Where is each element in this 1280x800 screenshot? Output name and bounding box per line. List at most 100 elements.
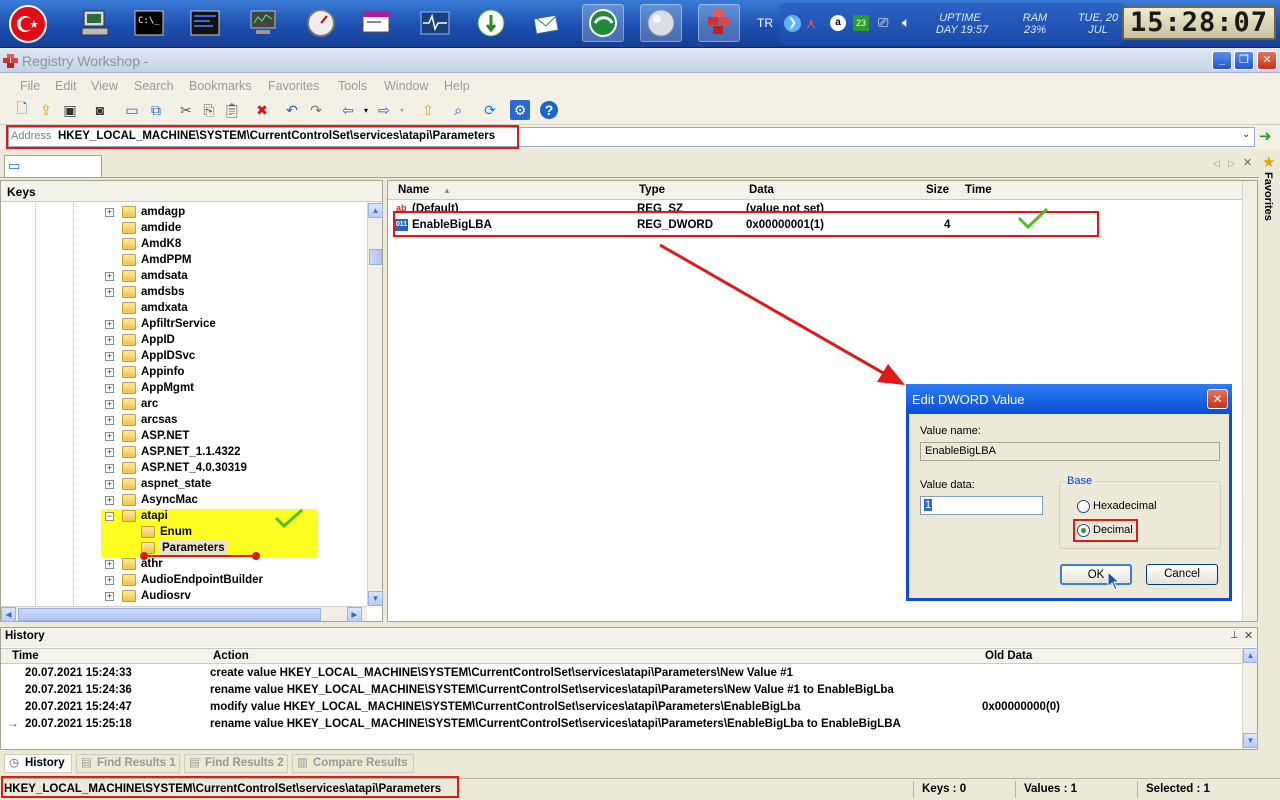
tray-app-icon[interactable]: ⋏ (806, 15, 816, 32)
menu-edit[interactable]: Edit (55, 79, 77, 93)
expand-icon[interactable]: + (105, 448, 114, 457)
language-indicator[interactable]: TR (757, 16, 773, 30)
expand-icon[interactable]: + (105, 288, 114, 297)
tree-item[interactable]: + AsyncMac (105, 492, 198, 508)
tree-item[interactable]: + arc (105, 396, 158, 412)
scroll-down-icon[interactable]: ▼ (1243, 733, 1258, 748)
forward-icon[interactable]: ⇨ (374, 100, 394, 120)
col-time[interactable]: Time (12, 650, 39, 662)
col-name[interactable]: Name (398, 184, 429, 196)
taskbar-ie-icon[interactable] (582, 4, 624, 42)
favorites-sidebar[interactable]: ★ Favorites (1259, 150, 1280, 622)
taskbar-gauge-icon[interactable] (300, 4, 342, 42)
scroll-right-icon[interactable]: ▶ (347, 607, 362, 622)
go-arrow-icon[interactable]: ➜ (1259, 127, 1272, 145)
tab-find-results-2[interactable]: ▤ Find Results 2 (184, 754, 288, 773)
back-dropdown-icon[interactable]: ▾ (356, 100, 376, 120)
history-row[interactable]: 20.07.2021 15:24:47 (25, 699, 132, 716)
scroll-thumb[interactable] (369, 249, 382, 265)
undo-icon[interactable]: ↶ (282, 100, 302, 120)
camera-icon[interactable]: ◙ (90, 100, 110, 120)
new-icon[interactable]: 🗋︎ (12, 100, 32, 120)
menu-file[interactable]: File (20, 79, 40, 93)
volume-icon[interactable]: 🔈︎ (902, 14, 910, 31)
paste-icon[interactable]: 📋︎ (222, 100, 242, 120)
value-name-field[interactable]: EnableBigLBA (920, 442, 1220, 461)
tab-compare-results[interactable]: ▥ Compare Results (292, 754, 414, 773)
menu-help[interactable]: Help (444, 79, 470, 93)
col-action[interactable]: Action (213, 650, 249, 662)
col-old-data[interactable]: Old Data (985, 650, 1032, 662)
taskbar-monitor-icon[interactable] (242, 4, 284, 42)
expand-icon[interactable]: + (105, 496, 114, 505)
expand-icon[interactable]: + (105, 432, 114, 441)
expand-icon[interactable]: + (105, 208, 114, 217)
col-data[interactable]: Data (749, 184, 774, 196)
menu-window[interactable]: Window (384, 79, 428, 93)
computer-icon[interactable]: ▭ (122, 100, 142, 120)
collapse-icon[interactable]: − (105, 512, 114, 521)
scroll-down-icon[interactable]: ▼ (368, 591, 383, 606)
taskbar-cmd-icon[interactable]: C:\_ (128, 4, 170, 42)
menu-view[interactable]: View (91, 79, 118, 93)
tab-close-icon[interactable]: ✕ (1243, 156, 1252, 169)
menu-favorites[interactable]: Favorites (268, 79, 319, 93)
network-icon[interactable]: ⎚ (878, 15, 888, 31)
cancel-button[interactable]: Cancel (1146, 564, 1218, 585)
tree-item[interactable]: + AudioEndpointBuilder (105, 572, 263, 588)
tree-item[interactable]: + amdagp (105, 204, 185, 220)
expand-icon[interactable]: + (105, 592, 114, 601)
tree-item[interactable]: + aspnet_state (105, 476, 211, 492)
cut-icon[interactable]: ✂ (176, 100, 196, 120)
tab-left-icon[interactable]: ◁ (1213, 158, 1220, 169)
taskbar-key-icon[interactable] (470, 4, 512, 42)
expand-icon[interactable]: + (105, 464, 114, 473)
tree-item[interactable]: + ApfiltrService (105, 316, 216, 332)
hscroll-thumb[interactable] (18, 608, 321, 621)
expand-icon[interactable]: + (105, 416, 114, 425)
expand-icon[interactable]: + (105, 352, 114, 361)
tree-item[interactable]: + amdsata (105, 268, 188, 284)
tree-item[interactable]: + AppIDSvc (105, 348, 195, 364)
taskbar-envelope-icon[interactable] (526, 4, 568, 42)
forward-dropdown-icon[interactable]: ▾ (392, 100, 412, 120)
minimize-button[interactable]: _ (1212, 51, 1232, 70)
history-scrollbar[interactable]: ▲ ▼ (1242, 648, 1258, 749)
expand-icon[interactable]: + (105, 400, 114, 409)
tree-item[interactable]: + amdsbs (105, 284, 184, 300)
tree-item[interactable]: + ASP.NET (105, 428, 189, 444)
menu-bookmarks[interactable]: Bookmarks (189, 79, 252, 93)
expand-icon[interactable]: + (105, 480, 114, 489)
tree-item-enum[interactable]: Enum (141, 524, 192, 540)
expand-icon[interactable]: + (105, 576, 114, 585)
value-data-input[interactable]: 1 (920, 496, 1043, 515)
menu-search[interactable]: Search (134, 79, 174, 93)
tree-item[interactable]: + Appinfo (105, 364, 184, 380)
history-close-icon[interactable]: ✕ (1244, 629, 1253, 642)
dialog-close-button[interactable]: ✕ (1207, 389, 1228, 409)
tree-item[interactable]: + arcsas (105, 412, 177, 428)
scroll-left-icon[interactable]: ◀ (1, 607, 16, 622)
tree-item[interactable]: AmdPPM (122, 252, 191, 268)
tree-item[interactable]: + AppID (105, 332, 175, 348)
settings-icon[interactable]: ⚙ (510, 100, 530, 120)
scroll-up-icon[interactable]: ▲ (368, 203, 383, 218)
values-vertical-scrollbar[interactable] (1242, 181, 1257, 621)
taskbar-computer-icon[interactable] (74, 4, 116, 42)
hex-radio[interactable] (1077, 500, 1090, 513)
taskbar-window-icon[interactable] (356, 4, 398, 42)
scroll-up-icon[interactable]: ▲ (1243, 648, 1258, 663)
expand-icon[interactable]: + (105, 384, 114, 393)
keys-horizontal-scrollbar[interactable]: ◀ ▶ (1, 606, 367, 622)
taskbar-pulse-icon[interactable] (414, 4, 456, 42)
taskbar-terminal-icon[interactable] (184, 4, 226, 42)
clock[interactable]: 15:28:07 (1122, 6, 1276, 40)
tree-item[interactable]: amdide (122, 220, 181, 236)
taskbar-registry-icon[interactable] (698, 4, 740, 42)
expand-icon[interactable]: + (105, 368, 114, 377)
expand-icon[interactable]: + (105, 320, 114, 329)
refresh-icon[interactable]: ⟳ (480, 100, 500, 120)
expand-icon[interactable]: + (105, 272, 114, 281)
tree-item[interactable]: + ASP.NET_1.1.4322 (105, 444, 241, 460)
col-size[interactable]: Size (926, 184, 949, 196)
